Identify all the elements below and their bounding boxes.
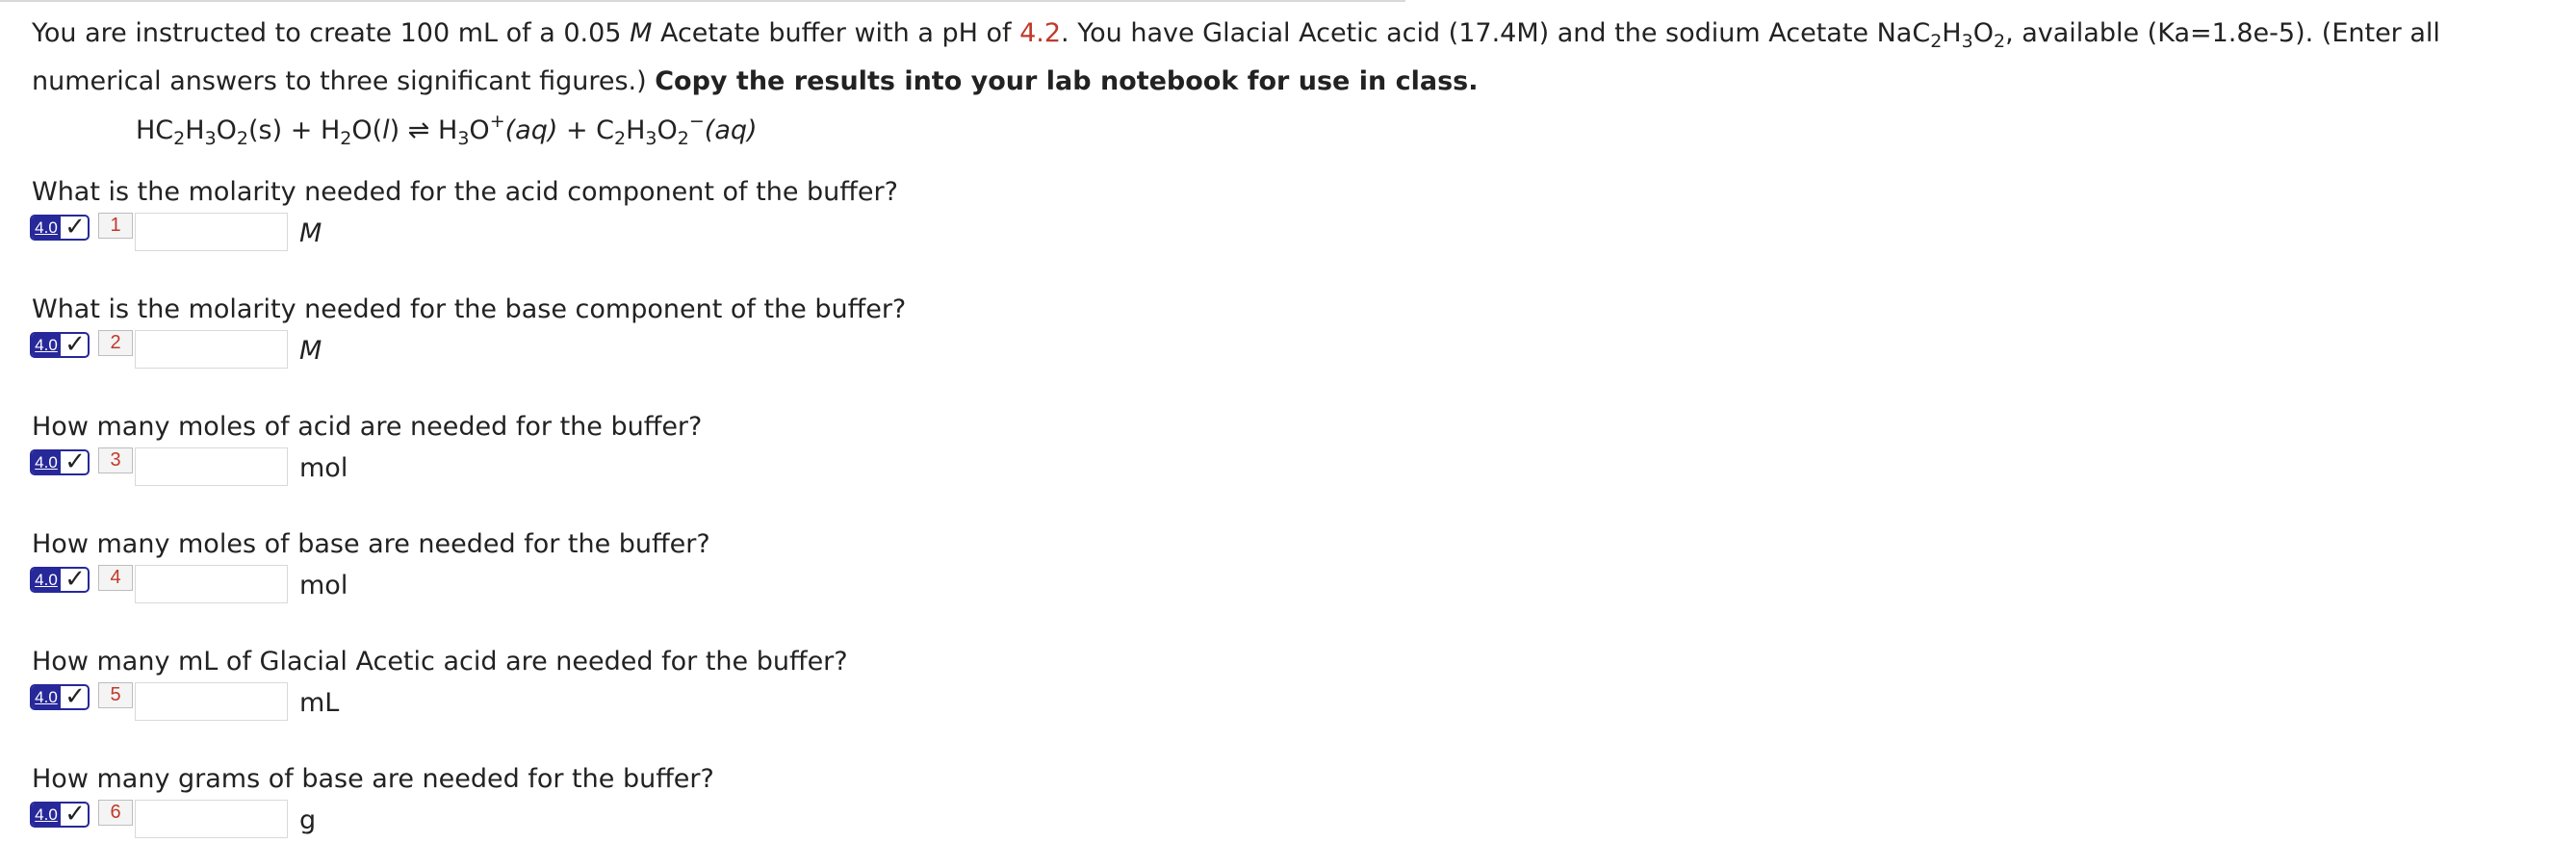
- answer-input[interactable]: [135, 800, 288, 838]
- checkmark-icon: ✓: [64, 332, 86, 358]
- answer-input[interactable]: [135, 682, 288, 721]
- unit-label: mol: [299, 453, 348, 483]
- checkmark-icon: ✓: [64, 567, 86, 593]
- answer-input[interactable]: [135, 447, 288, 486]
- score-badge[interactable]: 4.0 ✓: [30, 332, 90, 358]
- answer-input[interactable]: [135, 213, 288, 251]
- question-text: How many grams of base are needed for th…: [32, 764, 714, 794]
- points-label: 4.0: [32, 217, 61, 239]
- checkmark-icon: ✓: [64, 802, 86, 828]
- intro-text-3: . You have Glacial Acetic acid (17.4M) a…: [1061, 18, 1931, 48]
- question-number-badge: 1: [98, 213, 133, 239]
- unit-label: M: [299, 218, 322, 248]
- unit-label: mL: [299, 688, 340, 718]
- equilibrium-arrow-icon: ⇌: [407, 115, 430, 145]
- intro-text-2: Acetate buffer with a pH of: [652, 18, 1020, 48]
- question-text: How many mL of Glacial Acetic acid are n…: [32, 647, 848, 677]
- ph-value: 4.2: [1019, 18, 1062, 48]
- checkmark-icon: ✓: [64, 449, 86, 475]
- question-number-badge: 2: [98, 330, 133, 356]
- points-label: 4.0: [32, 451, 61, 473]
- points-label: 4.0: [32, 804, 61, 826]
- question-number-badge: 3: [98, 447, 133, 473]
- score-badge[interactable]: 4.0 ✓: [30, 684, 90, 710]
- question-text: How many moles of base are needed for th…: [32, 529, 710, 559]
- points-label: 4.0: [32, 569, 61, 591]
- intro-text-1: You are instructed to create 100 mL of a…: [32, 18, 631, 48]
- score-badge[interactable]: 4.0 ✓: [30, 802, 90, 828]
- question-text: How many moles of acid are needed for th…: [32, 412, 703, 442]
- top-divider: [0, 0, 1405, 2]
- score-badge[interactable]: 4.0 ✓: [30, 449, 90, 475]
- answer-input[interactable]: [135, 565, 288, 603]
- question-number-badge: 6: [98, 800, 133, 826]
- chemical-equation: HC2H3O2(s) + H2O(l) ⇌ H3O+(aq) + C2H3O2−…: [136, 111, 758, 149]
- points-label: 4.0: [32, 334, 61, 356]
- score-badge[interactable]: 4.0 ✓: [30, 567, 90, 593]
- checkmark-icon: ✓: [64, 684, 86, 710]
- question-text: What is the molarity needed for the base…: [32, 294, 907, 324]
- question-number-badge: 4: [98, 565, 133, 591]
- score-badge[interactable]: 4.0 ✓: [30, 215, 90, 241]
- question-text: What is the molarity needed for the acid…: [32, 177, 898, 207]
- unit-label: mol: [299, 571, 348, 600]
- question-number-badge: 5: [98, 682, 133, 708]
- checkmark-icon: ✓: [64, 215, 86, 241]
- unit-label: g: [299, 805, 317, 835]
- answer-input[interactable]: [135, 330, 288, 369]
- problem-statement: You are instructed to create 100 mL of a…: [32, 18, 2440, 96]
- points-label: 4.0: [32, 686, 61, 708]
- molar-symbol: M: [630, 18, 653, 48]
- bold-instruction: Copy the results into your lab notebook …: [655, 66, 1479, 96]
- unit-label: M: [299, 336, 322, 366]
